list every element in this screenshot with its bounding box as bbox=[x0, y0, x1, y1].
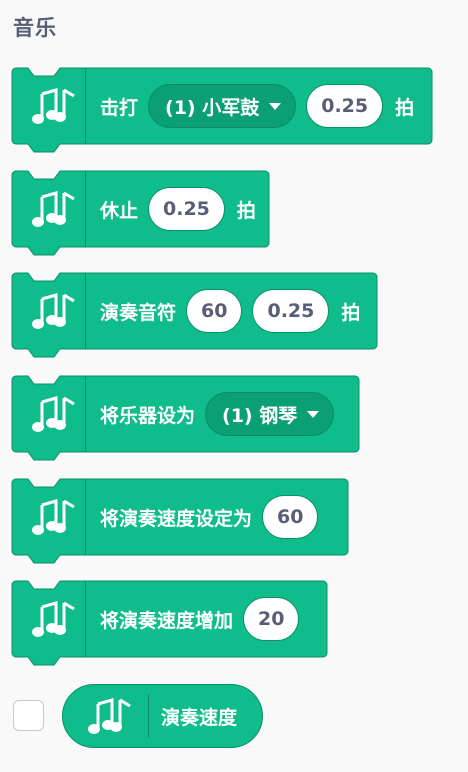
play-note-block[interactable]: 演奏音符 60 0.25 拍 bbox=[11, 272, 378, 358]
dropdown-value: (1) 钢琴 bbox=[222, 404, 298, 427]
rest-block[interactable]: 休止 0.25 拍 bbox=[11, 170, 270, 256]
beats-suffix: 拍 bbox=[341, 301, 361, 324]
beats-input[interactable]: 0.25 bbox=[306, 84, 384, 128]
beats-suffix: 拍 bbox=[236, 199, 256, 222]
music-notes-icon bbox=[22, 171, 86, 247]
note-input[interactable]: 60 bbox=[186, 289, 243, 333]
tempo-input[interactable]: 60 bbox=[262, 495, 319, 539]
block-label: 将演奏速度增加 bbox=[100, 609, 234, 632]
music-palette: 音乐 击打 (1) 小军鼓 0.25 拍 休止 0.25 拍 演奏音符 60 0… bbox=[0, 0, 468, 772]
dropdown-arrow-icon bbox=[307, 410, 320, 418]
block-label: 击打 bbox=[100, 96, 139, 119]
tempo-reporter[interactable]: 演奏速度 bbox=[62, 684, 263, 748]
dropdown-value: (1) 小军鼓 bbox=[165, 96, 260, 119]
note-beats-input[interactable]: 0.25 bbox=[252, 289, 330, 333]
tempo-change-input[interactable]: 20 bbox=[243, 597, 300, 641]
dropdown-arrow-icon bbox=[269, 102, 282, 110]
music-notes-icon bbox=[22, 581, 86, 657]
music-notes-icon bbox=[22, 479, 86, 555]
tempo-monitor-checkbox[interactable] bbox=[13, 700, 44, 731]
set-tempo-block[interactable]: 将演奏速度设定为 60 bbox=[11, 478, 349, 564]
set-instrument-block[interactable]: 将乐器设为 (1) 钢琴 bbox=[11, 375, 360, 461]
music-notes-icon bbox=[22, 273, 86, 349]
music-notes-icon bbox=[63, 694, 149, 738]
reporter-label: 演奏速度 bbox=[161, 706, 238, 729]
beats-suffix: 拍 bbox=[395, 96, 415, 119]
play-drum-block[interactable]: 击打 (1) 小军鼓 0.25 拍 bbox=[11, 67, 433, 153]
block-label: 休止 bbox=[100, 199, 139, 222]
category-title: 音乐 bbox=[13, 16, 57, 40]
block-label: 将演奏速度设定为 bbox=[100, 507, 253, 530]
block-label: 演奏音符 bbox=[100, 301, 177, 324]
drum-dropdown[interactable]: (1) 小军鼓 bbox=[148, 84, 297, 128]
rest-beats-input[interactable]: 0.25 bbox=[148, 187, 225, 231]
instrument-dropdown[interactable]: (1) 钢琴 bbox=[205, 392, 335, 436]
change-tempo-block[interactable]: 将演奏速度增加 20 bbox=[11, 580, 328, 666]
music-notes-icon bbox=[22, 68, 86, 144]
block-label: 将乐器设为 bbox=[100, 404, 196, 427]
music-notes-icon bbox=[22, 376, 86, 452]
